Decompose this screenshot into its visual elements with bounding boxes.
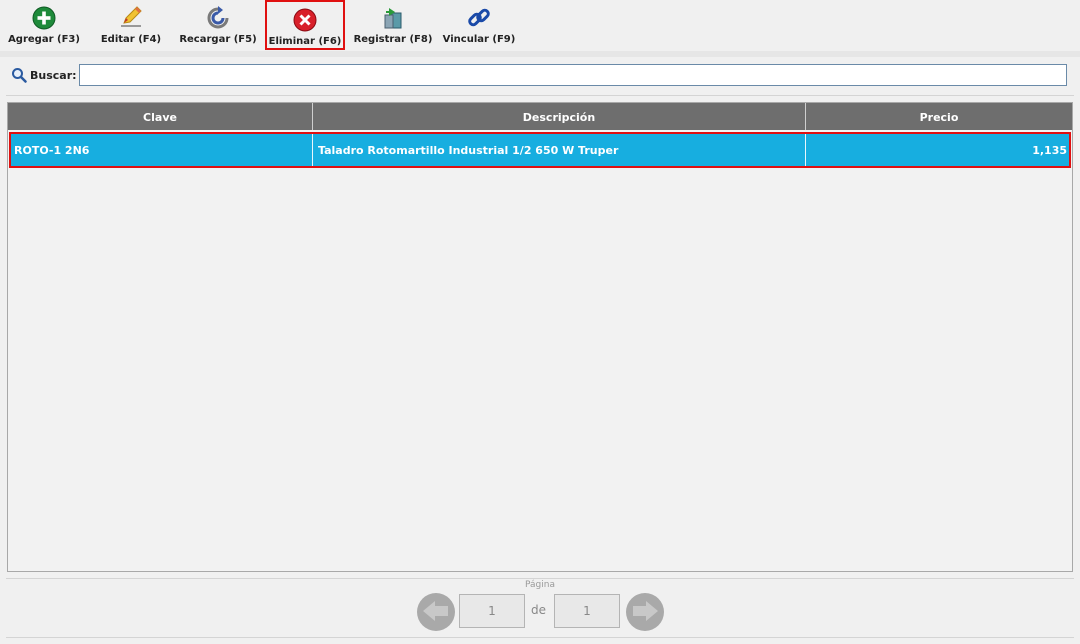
link-button-label: Vincular (F9) bbox=[442, 34, 516, 45]
pencil-icon bbox=[118, 5, 144, 31]
divider bbox=[6, 578, 1074, 579]
search-label: Buscar: bbox=[30, 69, 77, 82]
reload-button[interactable]: Recargar (F5) bbox=[178, 0, 258, 50]
toolbar-separator bbox=[0, 51, 1080, 57]
arrow-left-icon bbox=[421, 599, 451, 626]
divider bbox=[6, 95, 1074, 96]
cell-descripcion: Taladro Rotomartillo Industrial 1/2 650 … bbox=[313, 134, 806, 166]
add-button-label: Agregar (F3) bbox=[8, 34, 80, 45]
delete-icon bbox=[292, 7, 318, 33]
column-header-clave[interactable]: Clave bbox=[8, 103, 313, 130]
arrow-right-icon bbox=[630, 599, 660, 626]
column-header-descripcion[interactable]: Descripción bbox=[313, 103, 806, 130]
link-button[interactable]: Vincular (F9) bbox=[442, 0, 516, 50]
data-table: Clave Descripción Precio ROTO-1 2N6 Tala… bbox=[7, 102, 1073, 572]
reload-button-label: Recargar (F5) bbox=[179, 34, 257, 45]
next-page-button[interactable] bbox=[626, 593, 664, 631]
divider bbox=[6, 637, 1074, 638]
total-pages-field: 1 bbox=[554, 594, 620, 628]
search-icon bbox=[11, 67, 27, 86]
link-icon bbox=[466, 5, 492, 31]
search-bar: Buscar: bbox=[0, 62, 1080, 90]
toolbar: Agregar (F3) Editar (F4) Recargar (F5) E… bbox=[0, 0, 1080, 52]
delete-button[interactable]: Eliminar (F6) bbox=[265, 0, 345, 50]
previous-page-button[interactable] bbox=[417, 593, 455, 631]
edit-button-label: Editar (F4) bbox=[100, 34, 162, 45]
delete-button-label: Eliminar (F6) bbox=[268, 36, 342, 47]
cell-clave: ROTO-1 2N6 bbox=[11, 134, 313, 166]
add-icon bbox=[31, 5, 57, 31]
column-header-precio[interactable]: Precio bbox=[806, 103, 1072, 130]
pager-of-label: de bbox=[531, 603, 546, 617]
search-input[interactable] bbox=[79, 64, 1067, 86]
register-icon bbox=[380, 5, 406, 31]
edit-button[interactable]: Editar (F4) bbox=[96, 0, 166, 50]
cell-precio: 1,135 bbox=[1032, 144, 1067, 157]
register-button[interactable]: Registrar (F8) bbox=[352, 0, 434, 50]
table-header: Clave Descripción Precio bbox=[8, 103, 1072, 130]
table-row[interactable]: ROTO-1 2N6 Taladro Rotomartillo Industri… bbox=[9, 132, 1071, 168]
reload-icon bbox=[205, 5, 231, 31]
pager-label: Página bbox=[525, 580, 555, 590]
current-page-field[interactable]: 1 bbox=[459, 594, 525, 628]
register-button-label: Registrar (F8) bbox=[353, 34, 433, 45]
add-button[interactable]: Agregar (F3) bbox=[6, 0, 82, 50]
